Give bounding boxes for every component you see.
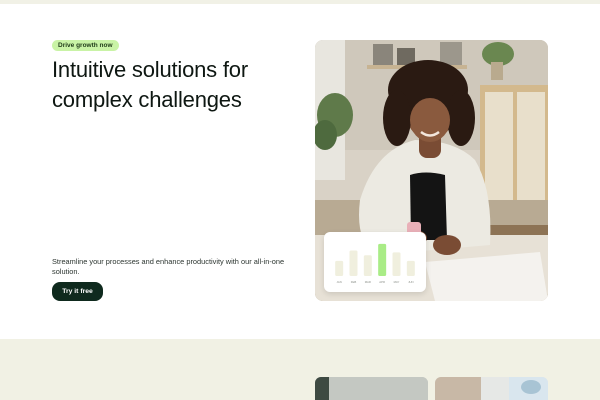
tick-label-jan: JAN bbox=[337, 280, 342, 284]
try-it-free-button[interactable]: Try it free bbox=[52, 282, 103, 301]
feature-image-2-illustration bbox=[435, 377, 548, 400]
bar-mar bbox=[363, 255, 372, 276]
tick-label-feb: FEB bbox=[351, 280, 357, 284]
bar-chart: JAN FEB MAR APR MAY JUN bbox=[335, 243, 415, 284]
hero-description: Streamline your processes and enhance pr… bbox=[52, 257, 285, 276]
top-strip bbox=[0, 0, 600, 4]
bar-chart-card: JAN FEB MAR APR MAY JUN bbox=[324, 232, 426, 292]
hero-badge: Drive growth now bbox=[52, 40, 119, 51]
tick-label-mar: MAR bbox=[365, 280, 371, 284]
feature-image-2 bbox=[435, 377, 548, 400]
tick-label-apr: APR bbox=[379, 280, 385, 284]
feature-image-1-illustration bbox=[315, 377, 428, 400]
hero-title: Intuitive solutions for complex challeng… bbox=[52, 57, 248, 112]
feature-image-1 bbox=[315, 377, 428, 400]
bar-feb bbox=[349, 250, 358, 276]
bar-jun bbox=[406, 260, 415, 276]
bar-apr bbox=[378, 243, 387, 276]
bar-may bbox=[392, 252, 401, 276]
tick-label-jun: JUN bbox=[408, 280, 413, 284]
tick-label-may: MAY bbox=[394, 280, 400, 284]
bar-jan bbox=[335, 260, 344, 276]
